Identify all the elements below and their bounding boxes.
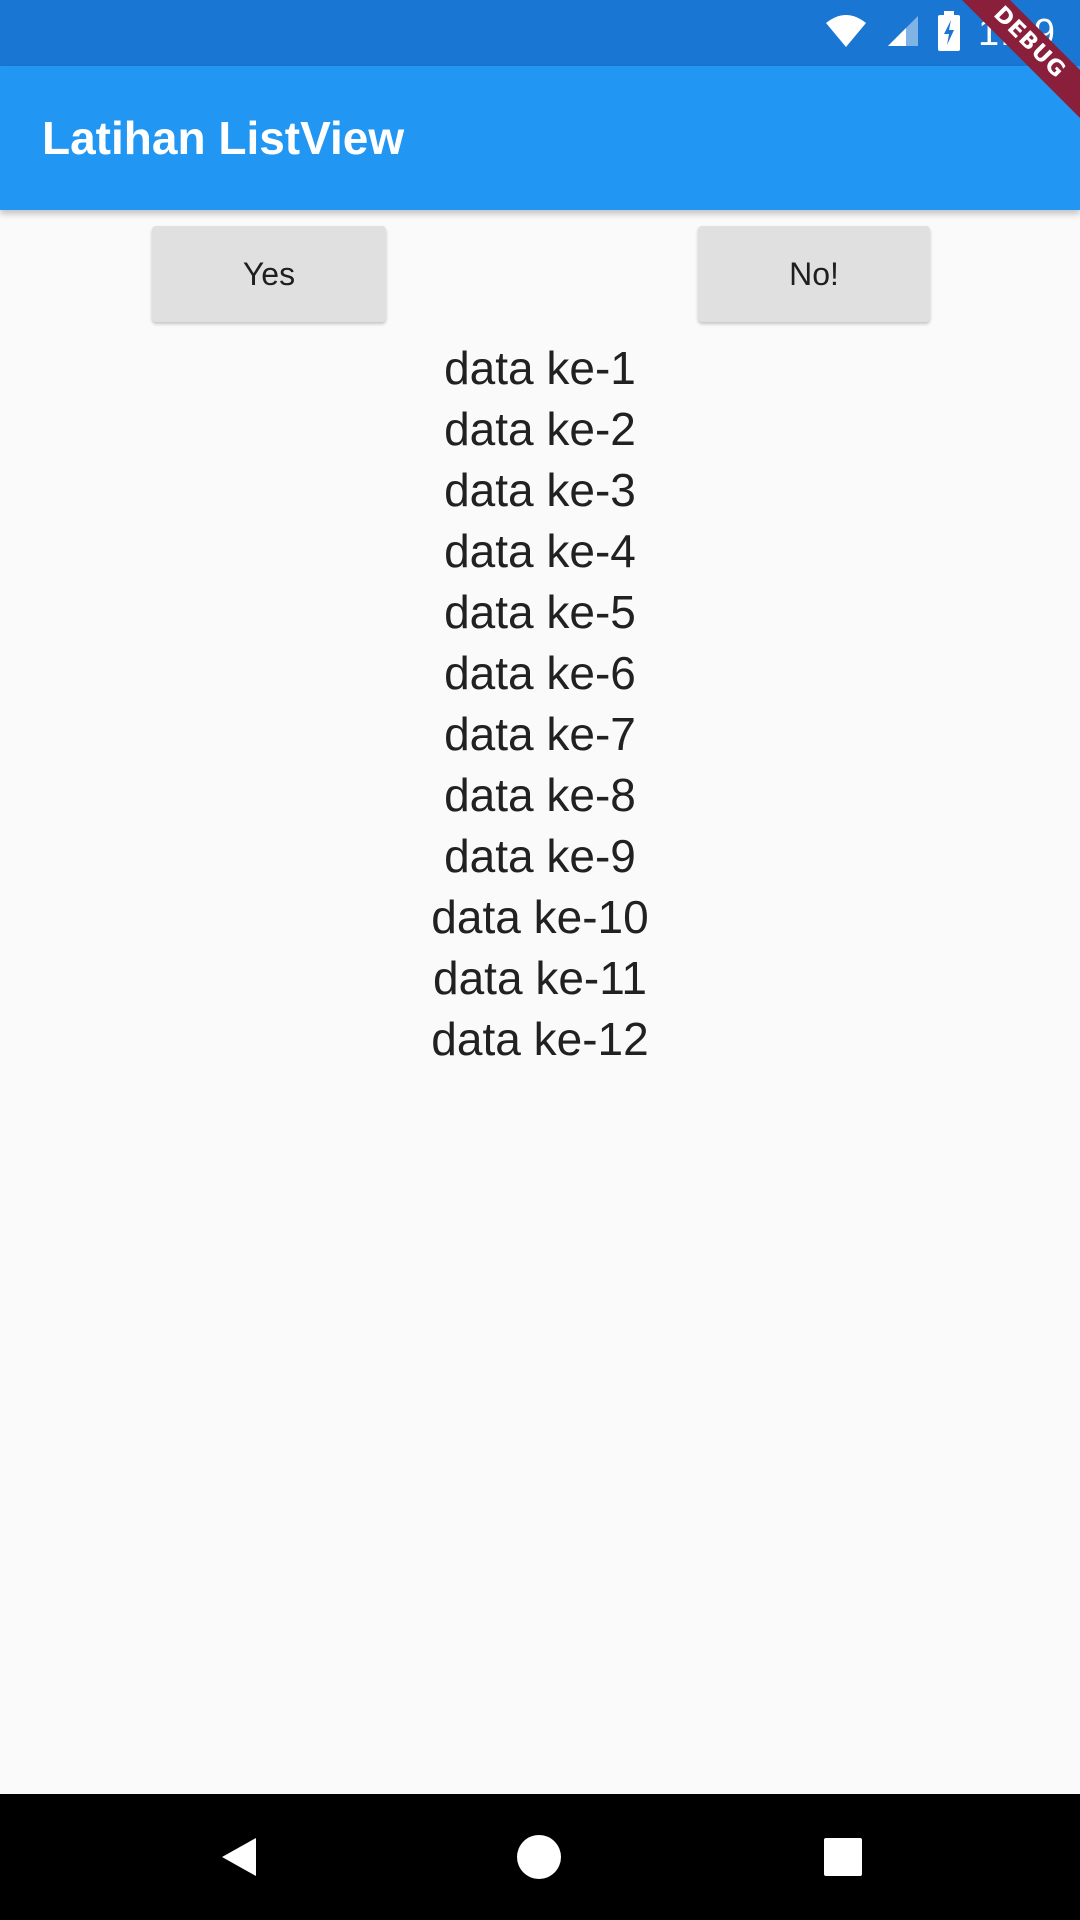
- list-item: data ke-6: [444, 647, 636, 699]
- list-item: data ke-1: [444, 342, 636, 394]
- list-item: data ke-5: [444, 586, 636, 638]
- status-bar: 1:49: [0, 0, 1080, 66]
- list-item: data ke-4: [444, 525, 636, 577]
- navigation-bar: [0, 1794, 1080, 1920]
- list-item: data ke-11: [433, 952, 647, 1004]
- battery-charging-icon: [938, 10, 961, 56]
- back-icon[interactable]: [216, 1834, 262, 1880]
- list-item: data ke-2: [444, 403, 636, 455]
- list-item: data ke-3: [444, 464, 636, 516]
- button-row: Yes No!: [0, 226, 1080, 322]
- screen: 1:49 DEBUG Latihan ListView Yes No! data…: [0, 0, 1080, 1920]
- wifi-icon: [824, 13, 868, 54]
- cell-signal-icon: [886, 14, 920, 53]
- no-button[interactable]: No!: [698, 226, 930, 322]
- list-item: data ke-12: [431, 1013, 649, 1065]
- home-icon[interactable]: [516, 1834, 562, 1880]
- app-bar: Latihan ListView: [0, 66, 1080, 210]
- list-item: data ke-9: [444, 830, 636, 882]
- list-item: data ke-10: [431, 891, 649, 943]
- data-list[interactable]: data ke-1 data ke-2 data ke-3 data ke-4 …: [0, 338, 1080, 1070]
- yes-button[interactable]: Yes: [152, 226, 386, 322]
- app-title: Latihan ListView: [42, 112, 405, 164]
- list-item: data ke-8: [444, 769, 636, 821]
- list-item: data ke-7: [444, 708, 636, 760]
- recents-icon[interactable]: [820, 1834, 866, 1880]
